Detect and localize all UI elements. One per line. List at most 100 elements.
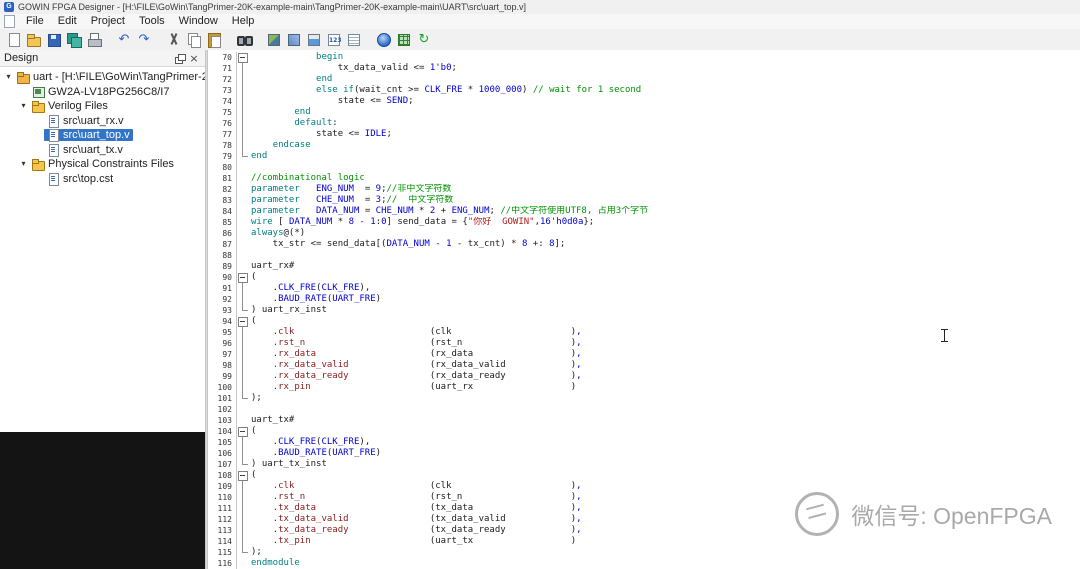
code-line[interactable]: 91 .CLK_FRE(CLK_FRE), (208, 283, 1080, 294)
code-line[interactable]: 103 uart_tx# (208, 415, 1080, 426)
tree-item-label: Physical Constraints Files (48, 158, 174, 171)
menu-window[interactable]: Window (172, 14, 225, 29)
menu-edit[interactable]: Edit (51, 14, 84, 29)
rerun-all-button[interactable]: ↻ (414, 30, 434, 49)
menu-file[interactable]: File (19, 14, 51, 29)
expander-icon[interactable]: ▾ (18, 99, 29, 113)
code-line[interactable]: 81 //combinational logic (208, 173, 1080, 184)
code-line[interactable]: 90 ( (208, 272, 1080, 283)
menu-help[interactable]: Help (225, 14, 262, 29)
fold-guide (237, 63, 249, 74)
code-line[interactable]: 102 (208, 404, 1080, 415)
code-line[interactable]: 75 end (208, 107, 1080, 118)
tree-item[interactable]: src\uart_tx.v (0, 143, 205, 158)
code-line[interactable]: 113 .tx_data_ready (tx_data_ready ), (208, 525, 1080, 536)
design-summary-button[interactable] (344, 30, 364, 49)
fold-marker-icon[interactable] (237, 316, 249, 327)
code-line[interactable]: 83 parameter CHE_NUM = 3;// 中文字符数 (208, 195, 1080, 206)
redo-button[interactable]: ↷ (134, 30, 154, 49)
synthesize-button[interactable] (264, 30, 284, 49)
code-line[interactable]: 86 always@(*) (208, 228, 1080, 239)
code-line[interactable]: 79 end (208, 151, 1080, 162)
code-line[interactable]: 84 parameter DATA_NUM = CHE_NUM * 2 + ENG… (208, 206, 1080, 217)
code-line[interactable]: 101); (208, 393, 1080, 404)
menu-tools[interactable]: Tools (132, 14, 172, 29)
find-button[interactable] (234, 30, 254, 49)
code-line[interactable]: 114 .tx_pin (uart_tx ) (208, 536, 1080, 547)
menu-project[interactable]: Project (84, 14, 132, 29)
expander-icon[interactable]: ▾ (3, 70, 14, 84)
floorplanner-button[interactable] (394, 30, 414, 49)
code-line[interactable]: 73 else if(wait_cnt >= CLK_FRE * 1000_00… (208, 85, 1080, 96)
redo-icon: ↷ (138, 31, 150, 47)
code-text: ); (251, 393, 262, 403)
code-line[interactable]: 72 end (208, 74, 1080, 85)
tree-item[interactable]: src\uart_rx.v (0, 114, 205, 129)
line-number: 114 (208, 536, 237, 547)
code-line[interactable]: 98 .rx_data_valid (rx_data_valid ), (208, 360, 1080, 371)
code-line[interactable]: 94 ( (208, 316, 1080, 327)
place-route-button[interactable] (284, 30, 304, 49)
code-line[interactable]: 116 endmodule (208, 558, 1080, 569)
expander-icon[interactable]: ▾ (18, 157, 29, 171)
fold-guide (237, 184, 249, 195)
program-device-button[interactable] (304, 30, 324, 49)
cut-button[interactable] (164, 30, 184, 49)
print-button[interactable] (84, 30, 104, 49)
code-line[interactable]: 110 .rst_n (rst_n ), (208, 492, 1080, 503)
code-line[interactable]: 76 default: (208, 118, 1080, 129)
tree-item[interactable]: src\uart_top.v (0, 128, 205, 143)
tree-item[interactable]: src\top.cst (0, 172, 205, 187)
undo-button[interactable]: ↶ (114, 30, 134, 49)
code-line[interactable]: 107) uart_tx_inst (208, 459, 1080, 470)
code-line[interactable]: 112 .tx_data_valid (tx_data_valid ), (208, 514, 1080, 525)
code-line[interactable]: 88 (208, 250, 1080, 261)
code-line[interactable]: 78 endcase (208, 140, 1080, 151)
ip-core-generator-button[interactable] (374, 30, 394, 49)
float-panel-button[interactable] (173, 52, 187, 65)
code-line[interactable]: 92 .BAUD_RATE(UART_FRE) (208, 294, 1080, 305)
code-line[interactable]: 111 .tx_data (tx_data ), (208, 503, 1080, 514)
code-area[interactable]: 70 begin 71 tx_data_valid <= 1'b0; 72 end 7… (208, 50, 1080, 569)
code-line[interactable]: 87 tx_str <= send_data[(DATA_NUM - 1 - t… (208, 239, 1080, 250)
tree-item[interactable]: ▾ Verilog Files (0, 99, 205, 114)
code-line[interactable]: 85 wire [ DATA_NUM * 8 - 1:0] send_data =… (208, 217, 1080, 228)
code-text: parameter ENG_NUM = 9;//非中文字符数 (251, 184, 452, 194)
code-line[interactable]: 108 ( (208, 470, 1080, 481)
code-line[interactable]: 77 state <= IDLE; (208, 129, 1080, 140)
fold-guide (237, 74, 249, 85)
save-all-button[interactable] (64, 30, 84, 49)
code-line[interactable]: 106 .BAUD_RATE(UART_FRE) (208, 448, 1080, 459)
tree-item[interactable]: GW2A-LV18PG256C8/I7 (0, 85, 205, 100)
new-file-button[interactable] (4, 30, 24, 49)
code-line[interactable]: 96 .rst_n (rst_n ), (208, 338, 1080, 349)
code-text: default: (294, 118, 338, 128)
code-line[interactable]: 71 tx_data_valid <= 1'b0; (208, 63, 1080, 74)
code-line[interactable]: 99 .rx_data_ready (rx_data_ready ), (208, 371, 1080, 382)
code-line[interactable]: 82 parameter ENG_NUM = 9;//非中文字符数 (208, 184, 1080, 195)
tree-item[interactable]: ▾ uart - [H:\FILE\GoWin\TangPrimer-20K-ex… (0, 70, 205, 85)
code-line[interactable]: 89 uart_rx# (208, 261, 1080, 272)
tree-item[interactable]: ▾ Physical Constraints Files (0, 157, 205, 172)
code-line[interactable]: 100 .rx_pin (uart_rx ) (208, 382, 1080, 393)
code-line[interactable]: 70 begin (208, 52, 1080, 63)
save-button[interactable] (44, 30, 64, 49)
paste-button[interactable] (204, 30, 224, 49)
code-line[interactable]: 97 .rx_data (rx_data ), (208, 349, 1080, 360)
fold-marker-icon[interactable] (237, 52, 249, 63)
open-file-button[interactable] (24, 30, 44, 49)
code-line[interactable]: 74 state <= SEND; (208, 96, 1080, 107)
code-line[interactable]: 105 .CLK_FRE(CLK_FRE), (208, 437, 1080, 448)
code-line[interactable]: 109 .clk (clk ), (208, 481, 1080, 492)
fold-marker-icon[interactable] (237, 272, 249, 283)
code-line[interactable]: 93) uart_rx_inst (208, 305, 1080, 316)
fold-marker-icon[interactable] (237, 426, 249, 437)
code-line[interactable]: 95 .clk (clk ), (208, 327, 1080, 338)
code-line[interactable]: 104 ( (208, 426, 1080, 437)
timing-analysis-button[interactable] (324, 30, 344, 49)
code-line[interactable]: 80 (208, 162, 1080, 173)
fold-marker-icon[interactable] (237, 470, 249, 481)
close-panel-button[interactable]: × (187, 52, 201, 65)
copy-button[interactable] (184, 30, 204, 49)
code-line[interactable]: 115); (208, 547, 1080, 558)
